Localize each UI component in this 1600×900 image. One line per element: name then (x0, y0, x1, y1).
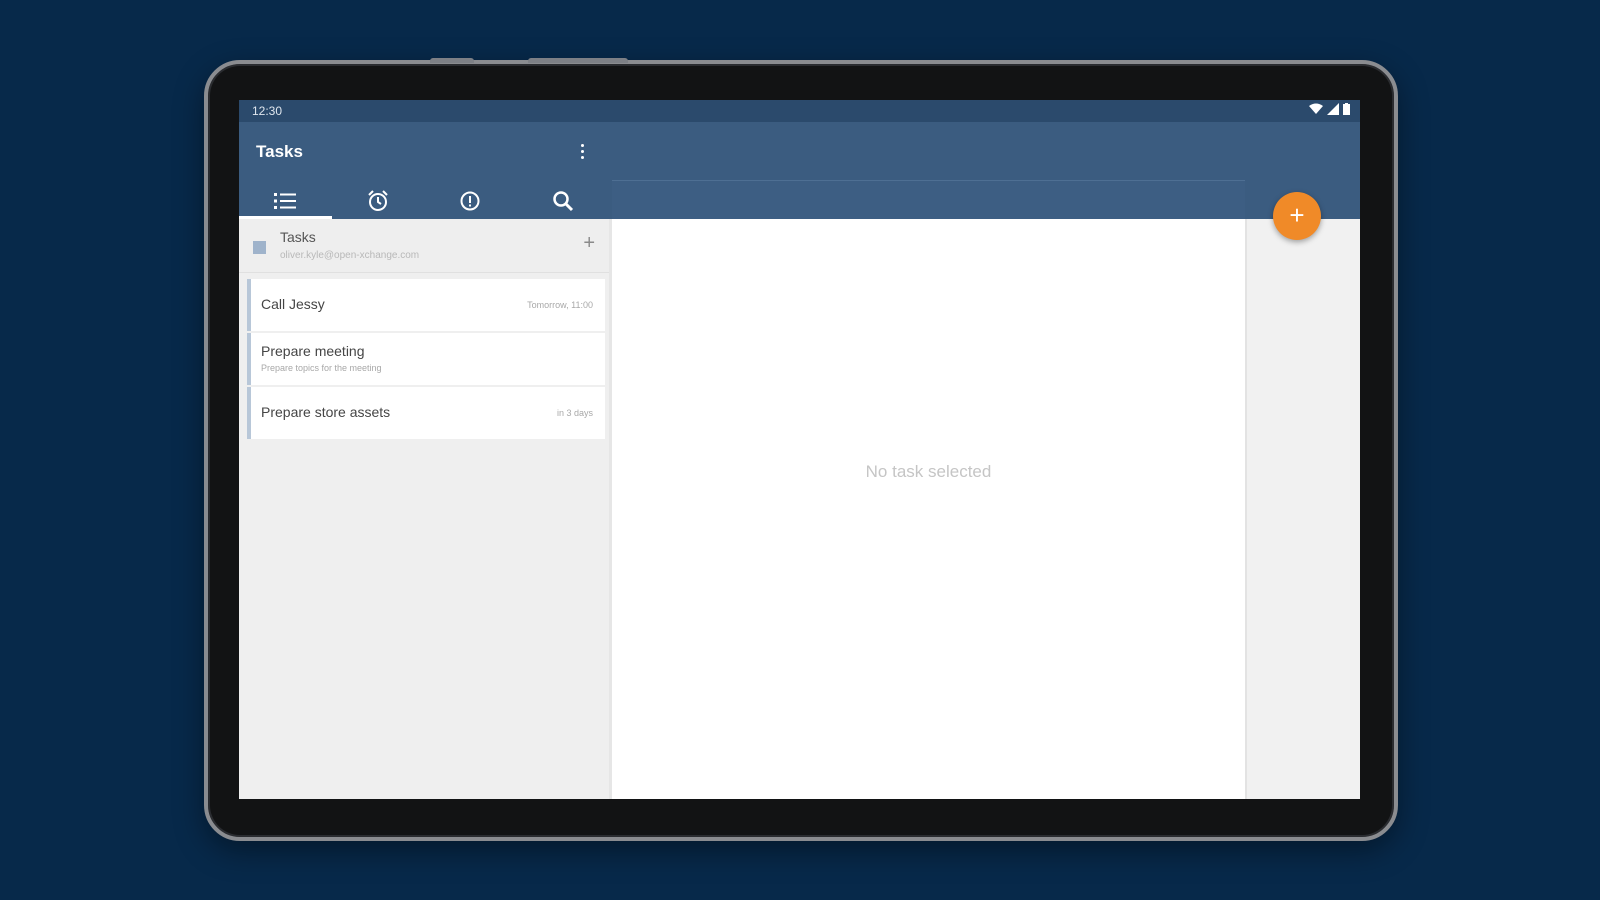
task-due: in 3 days (556, 408, 593, 418)
task-title: Call Jessy (261, 296, 325, 312)
signal-icon (1327, 103, 1339, 115)
task-item[interactable]: Prepare meeting Prepare topics for the m… (247, 333, 605, 385)
task-list-header[interactable]: Tasks oliver.kyle@open-xchange.com + (239, 219, 609, 273)
wifi-icon (1309, 103, 1323, 114)
app-title: Tasks (256, 142, 303, 161)
tab-bar (239, 182, 609, 219)
task-item[interactable]: Call Jessy Tomorrow, 11:00 (247, 279, 605, 331)
priority-icon (460, 191, 480, 210)
battery-icon (1343, 103, 1350, 115)
stage: 12:30 Tasks Tasks oliver.kyle@open-xchan… (0, 0, 1600, 900)
task-title: Prepare meeting (261, 343, 365, 359)
tablet-screen: 12:30 Tasks Tasks oliver.kyle@open-xchan… (239, 100, 1360, 799)
task-detail-pane: No task selected (612, 219, 1247, 799)
list-icon (274, 192, 297, 209)
add-list-item-icon[interactable]: + (583, 233, 595, 253)
task-title: Prepare store assets (261, 404, 391, 420)
empty-state-message: No task selected (865, 462, 992, 481)
task-description: Prepare topics for the meeting (261, 363, 382, 373)
list-name: Tasks (280, 229, 316, 245)
volume-button (430, 58, 474, 63)
list-color-swatch (253, 241, 266, 254)
tab-list[interactable] (239, 182, 332, 219)
app-bar: Tasks (239, 122, 1360, 242)
tab-search[interactable] (517, 182, 610, 219)
status-time: 12:30 (252, 104, 283, 118)
add-task-button[interactable]: + (1273, 192, 1321, 240)
power-button (528, 58, 628, 63)
right-margin (1247, 219, 1360, 799)
task-due: Tomorrow, 11:00 (527, 300, 593, 310)
search-icon (553, 190, 573, 211)
status-icons (1309, 103, 1350, 115)
tab-priority[interactable] (424, 182, 517, 219)
status-bar: 12:30 (239, 100, 1360, 122)
task-item[interactable]: Prepare store assets in 3 days (247, 387, 605, 439)
list-account: oliver.kyle@open-xchange.com (280, 250, 420, 261)
overflow-menu-icon[interactable] (576, 140, 588, 162)
tab-alarm[interactable] (332, 182, 425, 219)
alarm-clock-icon (368, 189, 388, 211)
task-list-pane: Tasks oliver.kyle@open-xchange.com + Cal… (239, 219, 609, 799)
